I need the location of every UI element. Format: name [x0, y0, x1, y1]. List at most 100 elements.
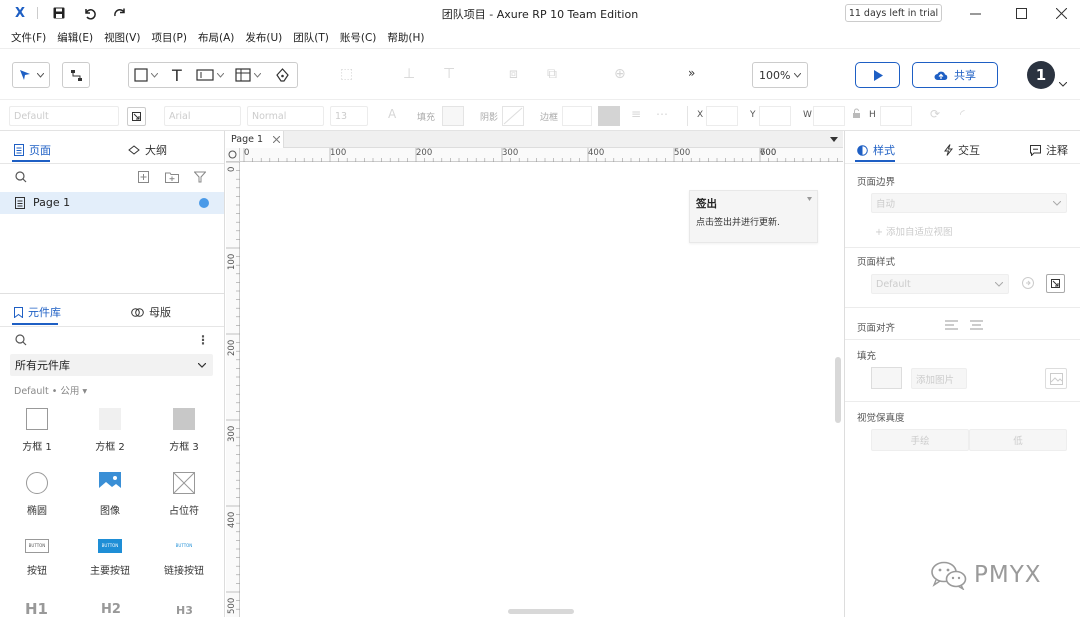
- trial-badge[interactable]: 11 days left in trial: [845, 4, 942, 22]
- zoom-select[interactable]: 100%: [752, 62, 808, 88]
- tab-interactions[interactable]: 交互: [944, 142, 980, 158]
- redo-icon[interactable]: [110, 4, 128, 22]
- widget-box-1[interactable]: 方框 1: [7, 408, 67, 453]
- font-weight-select: Normal: [247, 106, 324, 126]
- tab-pages[interactable]: 页面: [14, 142, 51, 158]
- left-panel: 页面 大纲 Page 1 元件库 母版 ⋮ 所有元件库 Default • 公用…: [0, 131, 225, 617]
- menu-view[interactable]: 视图(V): [104, 30, 140, 45]
- close-tab-icon[interactable]: [273, 136, 281, 143]
- divider: [0, 163, 224, 164]
- style-editor-button[interactable]: [127, 107, 146, 126]
- horizontal-scrollbar[interactable]: [508, 609, 574, 614]
- chevron-down-icon: [995, 282, 1003, 287]
- connector-button[interactable]: [62, 62, 90, 88]
- widget-h3[interactable]: H3: [176, 604, 193, 617]
- widget-h1[interactable]: H1: [25, 600, 48, 617]
- widget-h2[interactable]: H2: [101, 602, 121, 617]
- tab-style[interactable]: 样式: [857, 142, 895, 158]
- tab-indicator: [12, 160, 50, 162]
- page-tab[interactable]: Page 1: [226, 131, 284, 148]
- tab-library[interactable]: 元件库: [14, 304, 61, 320]
- tab-dropdown-icon[interactable]: [830, 137, 838, 142]
- library-group-label[interactable]: Default • 公用 ▾: [14, 383, 87, 397]
- ungroup-icon: ⧉: [547, 66, 557, 82]
- text-tool-icon[interactable]: T: [172, 66, 182, 85]
- masters-icon: [131, 307, 144, 317]
- w-field: [813, 106, 845, 126]
- table-tool[interactable]: [235, 68, 261, 82]
- menu-file[interactable]: 文件(F): [11, 30, 46, 45]
- maximize-icon[interactable]: [1004, 3, 1038, 23]
- minimize-icon[interactable]: [958, 3, 992, 23]
- arrow-out-icon: [132, 112, 141, 121]
- library-select[interactable]: 所有元件库: [10, 354, 213, 376]
- menu-project[interactable]: 项目(P): [151, 30, 187, 45]
- style-select: Default: [9, 106, 119, 126]
- search-icon[interactable]: [15, 171, 27, 186]
- pen-tool-icon[interactable]: [275, 68, 290, 86]
- widget-primary-button[interactable]: BUTTON 主要按钮: [80, 539, 140, 577]
- avatar[interactable]: 1: [1027, 61, 1055, 89]
- align-icon: ⊥: [403, 66, 416, 82]
- checkout-notice[interactable]: 签出 点击签出并进行更新.: [689, 190, 818, 243]
- add-page-icon[interactable]: [138, 171, 149, 186]
- widget-placeholder[interactable]: 占位符: [154, 471, 214, 517]
- vertical-scrollbar[interactable]: [835, 357, 841, 423]
- more-options-icon[interactable]: ⋮: [197, 333, 209, 347]
- fill-label: 填充: [417, 113, 436, 123]
- account-chevron-icon[interactable]: [1059, 82, 1067, 87]
- add-folder-icon[interactable]: [165, 171, 179, 186]
- page-row-selected[interactable]: Page 1: [0, 192, 224, 214]
- undo-icon[interactable]: [80, 4, 98, 22]
- share-button[interactable]: 共享: [912, 62, 998, 88]
- y-field: [759, 106, 791, 126]
- align-center-icon[interactable]: [970, 320, 983, 333]
- tab-masters[interactable]: 母版: [131, 304, 171, 320]
- menu-account[interactable]: 账号(C): [340, 30, 377, 45]
- shadow-swatch: [502, 106, 524, 126]
- corner-icon: ◜: [960, 107, 965, 121]
- rectangle-tool[interactable]: [134, 68, 158, 82]
- menu-team[interactable]: 团队(T): [293, 30, 329, 45]
- preview-button[interactable]: [855, 62, 900, 88]
- library-search-icon[interactable]: [15, 334, 27, 349]
- align-left-icon[interactable]: [945, 320, 958, 333]
- page-style-editor-button[interactable]: [1046, 274, 1065, 293]
- widget-image[interactable]: 图像: [80, 472, 140, 517]
- widget-link-button[interactable]: BUTTON 链接按钮: [154, 539, 214, 577]
- widget-button[interactable]: BUTTON 按钮: [7, 539, 67, 577]
- fidelity-label: 视觉保真度: [857, 413, 905, 424]
- input-tool[interactable]: [196, 68, 224, 82]
- divider: [845, 307, 1080, 308]
- ruler-label: 400: [227, 511, 237, 528]
- save-icon[interactable]: [50, 4, 68, 22]
- filter-icon[interactable]: [193, 171, 207, 186]
- y-label: Y: [750, 110, 756, 120]
- primary-button-icon: BUTTON: [98, 539, 122, 553]
- rectangle-icon: [134, 68, 148, 82]
- widget-box-2[interactable]: 方框 2: [80, 408, 140, 453]
- select-mode-button[interactable]: [12, 62, 50, 88]
- x-field: [706, 106, 738, 126]
- close-icon[interactable]: [1044, 3, 1078, 23]
- tab-notes[interactable]: 注释: [1030, 142, 1068, 158]
- ellipse-icon: [26, 472, 48, 494]
- border-color-swatch: [598, 106, 620, 126]
- menu-edit[interactable]: 编辑(E): [57, 30, 93, 45]
- notice-dismiss-icon[interactable]: [807, 197, 812, 201]
- menu-publish[interactable]: 发布(U): [245, 30, 282, 45]
- title-bar: X 团队项目 - Axure RP 10 Team Edition 11 day…: [0, 0, 1080, 26]
- add-adaptive-view-link: + 添加自适应视图: [875, 227, 953, 238]
- image-icon: [99, 472, 121, 494]
- widget-ellipse[interactable]: 椭圆: [7, 472, 67, 517]
- font-family-select: Arial: [164, 106, 241, 126]
- toolbar-overflow-icon[interactable]: »: [688, 66, 695, 80]
- ruler-corner[interactable]: [226, 148, 240, 162]
- ruler-label: 500: [674, 148, 691, 158]
- tab-outline[interactable]: 大纲: [128, 142, 167, 158]
- widget-box-3[interactable]: 方框 3: [154, 408, 214, 453]
- text-color-icon: A: [388, 107, 397, 121]
- menu-help[interactable]: 帮助(H): [387, 30, 424, 45]
- menu-arrange[interactable]: 布局(A): [198, 30, 234, 45]
- zoom-value: 100%: [759, 68, 791, 82]
